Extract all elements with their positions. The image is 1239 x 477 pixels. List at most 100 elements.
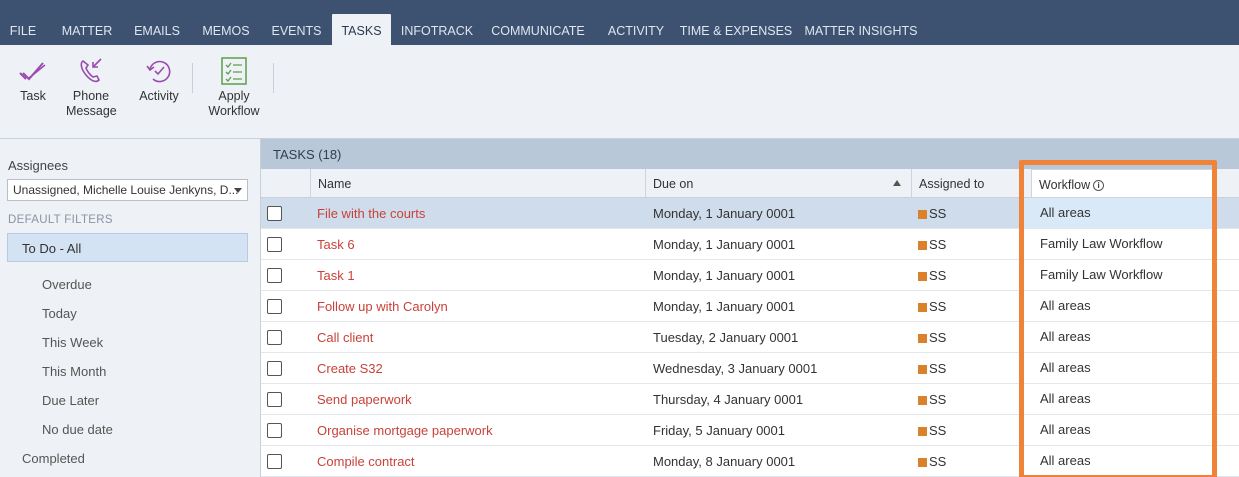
task-label: Task xyxy=(20,89,46,103)
row-checkbox[interactable] xyxy=(267,361,282,376)
filter-no-due-date[interactable]: No due date xyxy=(42,415,113,444)
tab-file[interactable]: FILE xyxy=(0,14,46,45)
assigned-to-cell: SS xyxy=(918,206,946,221)
new-task-button[interactable]: Task xyxy=(14,57,52,104)
workflow-cell: All areas xyxy=(1024,353,1213,384)
tab-events[interactable]: EVENTS xyxy=(264,14,329,45)
assignee-color-swatch xyxy=(918,334,927,343)
due-date-cell: Thursday, 4 January 0001 xyxy=(653,392,804,407)
task-name-link[interactable]: Send paperwork xyxy=(317,392,412,407)
due-date-cell: Monday, 1 January 0001 xyxy=(653,237,796,252)
task-name-link[interactable]: Task 1 xyxy=(317,268,355,283)
filter-overdue[interactable]: Overdue xyxy=(42,270,92,299)
workflow-cell: Family Law Workflow xyxy=(1024,260,1213,291)
row-checkbox[interactable] xyxy=(267,392,282,407)
column-header-assigned[interactable]: Assigned to xyxy=(911,169,1031,198)
column-header-name[interactable]: Name xyxy=(310,169,645,198)
assigned-to-cell: SS xyxy=(918,299,946,314)
task-check-icon xyxy=(19,62,46,81)
assignees-dropdown[interactable]: Unassigned, Michelle Louise Jenkyns, D..… xyxy=(7,179,248,201)
grid-title: TASKS (18) xyxy=(261,139,1239,169)
filter-completed[interactable]: Completed xyxy=(22,444,85,473)
due-header-label: Due on xyxy=(653,177,694,191)
tab-communicate[interactable]: COMMUNICATE xyxy=(484,14,592,45)
task-name-link[interactable]: Task 6 xyxy=(317,237,355,252)
assignee-initials: SS xyxy=(929,454,947,469)
phone-label-line1: Phone xyxy=(72,89,110,103)
activity-icon xyxy=(146,60,171,83)
task-name-link[interactable]: File with the courts xyxy=(317,206,425,221)
ribbon-separator xyxy=(273,63,274,93)
assignee-color-swatch xyxy=(918,272,927,281)
task-name-link[interactable]: Follow up with Carolyn xyxy=(317,299,448,314)
task-name-link[interactable]: Organise mortgage paperwork xyxy=(317,423,493,438)
assigned-to-cell: SS xyxy=(918,268,946,283)
workflow-cell: All areas xyxy=(1024,198,1213,229)
sort-ascending-icon xyxy=(893,180,901,186)
assignees-value: Unassigned, Michelle Louise Jenkyns, D..… xyxy=(13,183,239,197)
activity-button[interactable]: Activity xyxy=(134,57,184,104)
row-checkbox[interactable] xyxy=(267,268,282,283)
due-date-cell: Tuesday, 2 January 0001 xyxy=(653,330,799,345)
ribbon-toolbar: Task Phone Message Activity Apply Workfl… xyxy=(0,45,1239,139)
column-header-workflow[interactable]: Workflow i xyxy=(1031,169,1214,198)
assignee-initials: SS xyxy=(929,361,947,376)
workflow-label-line1: Apply xyxy=(218,89,250,103)
tab-infotrack[interactable]: INFOTRACK xyxy=(396,14,478,45)
row-checkbox[interactable] xyxy=(267,454,282,469)
task-name-link[interactable]: Call client xyxy=(317,330,373,345)
due-date-cell: Monday, 8 January 0001 xyxy=(653,454,796,469)
assignee-color-swatch xyxy=(918,396,927,405)
tab-matter[interactable]: MATTER xyxy=(52,14,122,45)
assignee-initials: SS xyxy=(929,299,947,314)
ribbon-separator xyxy=(192,63,193,93)
task-name-link[interactable]: Compile contract xyxy=(317,454,415,469)
phone-message-button[interactable]: Phone Message xyxy=(66,57,117,119)
assigned-to-cell: SS xyxy=(918,454,946,469)
assigned-to-cell: SS xyxy=(918,361,946,376)
assignee-color-swatch xyxy=(918,427,927,436)
tab-emails[interactable]: EMAILS xyxy=(126,14,188,45)
assigned-to-cell: SS xyxy=(918,237,946,252)
assignee-initials: SS xyxy=(929,423,947,438)
phone-icon xyxy=(80,58,102,83)
workflow-checklist-icon xyxy=(221,57,247,85)
column-header-due[interactable]: Due on xyxy=(645,169,911,198)
due-date-cell: Monday, 1 January 0001 xyxy=(653,299,796,314)
assigned-to-cell: SS xyxy=(918,330,946,345)
assignee-initials: SS xyxy=(929,206,947,221)
filter-today[interactable]: Today xyxy=(42,299,77,328)
grid-header: Name Due on Assigned to Workflow i xyxy=(261,169,1239,198)
task-name-link[interactable]: Create S32 xyxy=(317,361,383,376)
row-checkbox[interactable] xyxy=(267,206,282,221)
tab-matter-insights[interactable]: MATTER INSIGHTS xyxy=(802,14,920,45)
row-checkbox[interactable] xyxy=(267,237,282,252)
row-checkbox[interactable] xyxy=(267,330,282,345)
workflow-cell: All areas xyxy=(1024,384,1213,415)
default-filters-heading: DEFAULT FILTERS xyxy=(8,214,113,226)
workflow-cell: All areas xyxy=(1024,291,1213,322)
workflow-label-line2: Workflow xyxy=(208,104,260,118)
phone-label-line2: Message xyxy=(66,104,117,118)
assigned-to-cell: SS xyxy=(918,423,946,438)
tab-tasks[interactable]: TASKS xyxy=(332,14,391,45)
apply-workflow-button[interactable]: Apply Workflow xyxy=(204,57,264,119)
tab-activity[interactable]: ACTIVITY xyxy=(601,14,671,45)
tab-time-expenses[interactable]: TIME & EXPENSES xyxy=(678,14,794,45)
tab-memos[interactable]: MEMOS xyxy=(194,14,258,45)
workflow-cell: Family Law Workflow xyxy=(1024,229,1213,260)
filter-due-later[interactable]: Due Later xyxy=(42,386,99,415)
activity-label: Activity xyxy=(139,89,179,103)
chevron-down-icon xyxy=(234,188,242,193)
workflow-header-label: Workflow xyxy=(1039,178,1091,192)
row-checkbox[interactable] xyxy=(267,299,282,314)
workflow-cell: All areas xyxy=(1024,446,1213,477)
assignee-color-swatch xyxy=(918,241,927,250)
assigned-to-cell: SS xyxy=(918,392,946,407)
filter-this-week[interactable]: This Week xyxy=(42,328,103,357)
filter-panel: Assignees Unassigned, Michelle Louise Je… xyxy=(0,139,261,477)
filter-todo-all[interactable]: To Do - All xyxy=(7,233,248,262)
row-checkbox[interactable] xyxy=(267,423,282,438)
filter-this-month[interactable]: This Month xyxy=(42,357,106,386)
due-date-cell: Monday, 1 January 0001 xyxy=(653,206,796,221)
